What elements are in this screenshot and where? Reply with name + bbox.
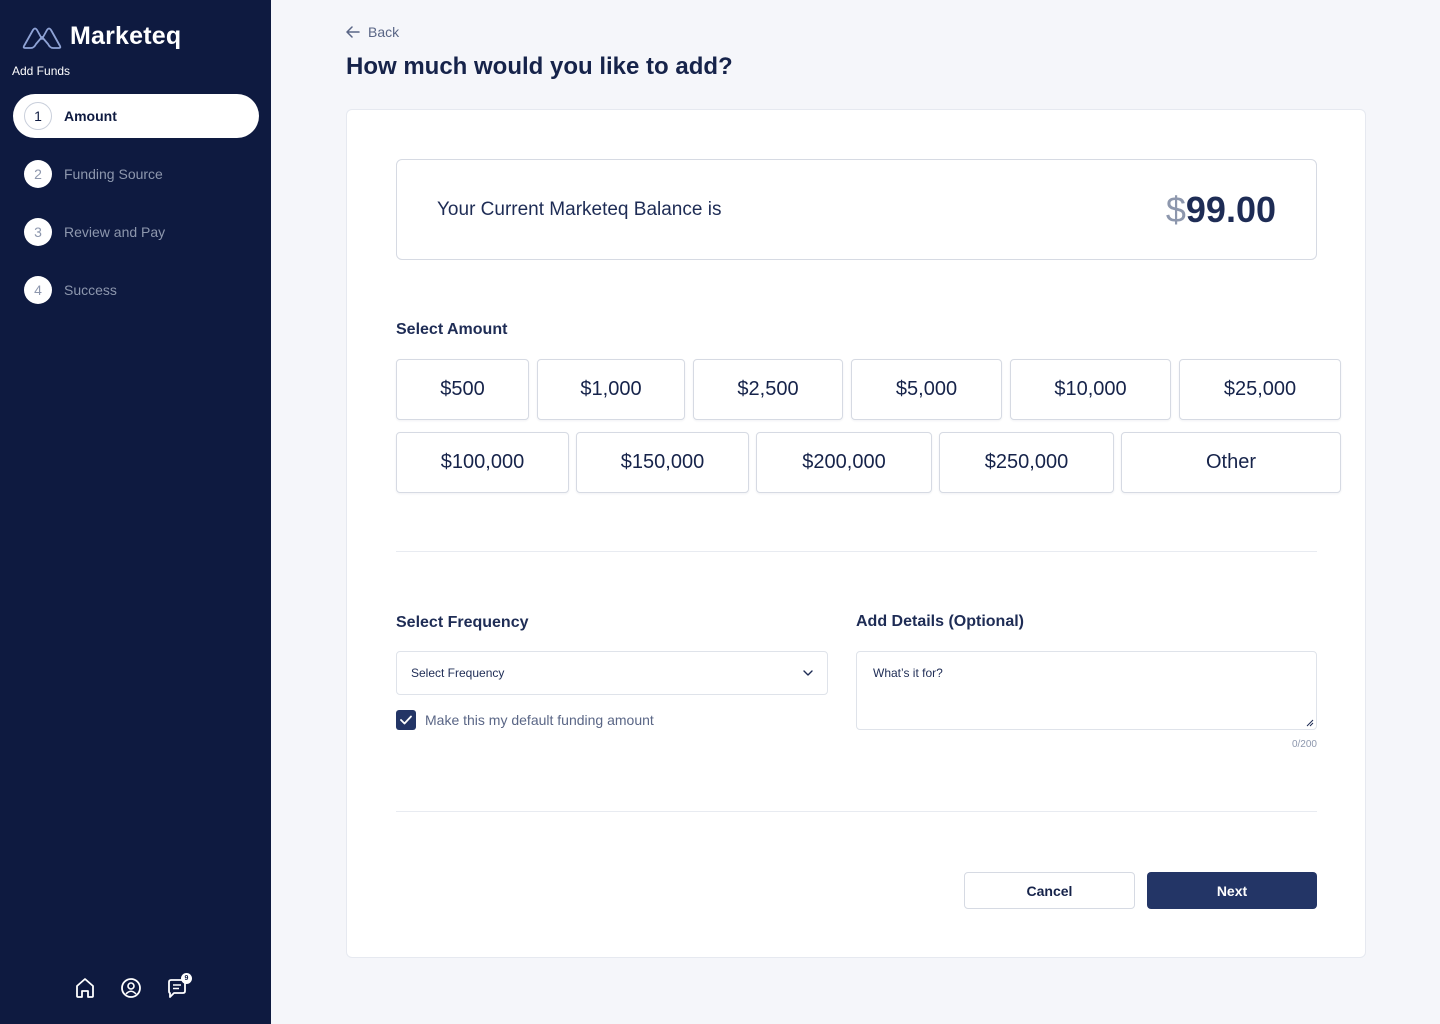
stepper: 1 Amount 2 Funding Source 3 Review and P… xyxy=(13,94,259,326)
brand-name: Marketeq xyxy=(70,22,182,50)
step-number: 2 xyxy=(24,160,52,188)
amount-option-10000[interactable]: $10,000 xyxy=(1010,359,1171,420)
profile-icon[interactable] xyxy=(120,976,142,1000)
step-funding-source[interactable]: 2 Funding Source xyxy=(13,152,259,196)
resize-handle-icon[interactable] xyxy=(1306,719,1314,727)
brand-logo[interactable]: Marketeq xyxy=(22,22,181,51)
select-amount-label: Select Amount xyxy=(396,321,508,338)
step-number: 4 xyxy=(24,276,52,304)
cancel-button[interactable]: Cancel xyxy=(964,872,1135,909)
balance-label: Your Current Marketeq Balance is xyxy=(437,198,722,220)
step-number: 3 xyxy=(24,218,52,246)
home-icon[interactable] xyxy=(74,976,96,1000)
messages-badge: 9 xyxy=(181,973,192,984)
messages-icon[interactable]: 9 xyxy=(166,973,192,1000)
divider xyxy=(396,551,1317,552)
amount-option-200000[interactable]: $200,000 xyxy=(756,432,932,493)
details-textarea[interactable]: What’s it for? xyxy=(856,651,1317,730)
add-details-label: Add Details (Optional) xyxy=(856,613,1024,630)
next-button[interactable]: Next xyxy=(1147,872,1317,909)
frequency-select[interactable]: Select Frequency xyxy=(396,651,828,695)
amount-option-250000[interactable]: $250,000 xyxy=(939,432,1114,493)
balance-value: $99.00 xyxy=(1166,189,1276,231)
divider xyxy=(396,811,1317,812)
balance-currency: $ xyxy=(1165,188,1186,230)
step-number: 1 xyxy=(24,102,52,130)
arrow-left-icon xyxy=(346,26,360,38)
amount-option-2500[interactable]: $2,500 xyxy=(693,359,843,420)
step-label: Amount xyxy=(64,108,117,124)
amount-option-500[interactable]: $500 xyxy=(396,359,529,420)
add-funds-card: Your Current Marketeq Balance is $99.00 … xyxy=(346,109,1366,958)
step-label: Funding Source xyxy=(64,166,163,182)
sidebar-bottom-nav: 9 xyxy=(74,973,192,1000)
default-amount-checkbox[interactable] xyxy=(396,710,416,730)
balance-box: Your Current Marketeq Balance is $99.00 xyxy=(396,159,1317,260)
marketeq-logo-icon xyxy=(22,27,62,49)
step-success[interactable]: 4 Success xyxy=(13,268,259,312)
amount-option-1000[interactable]: $1,000 xyxy=(537,359,685,420)
amount-option-other[interactable]: Other xyxy=(1121,432,1341,493)
step-label: Success xyxy=(64,282,117,298)
back-label: Back xyxy=(368,24,400,40)
chevron-down-icon xyxy=(803,670,813,676)
section-label: Add Funds xyxy=(12,64,71,78)
back-link[interactable]: Back xyxy=(346,24,399,40)
select-frequency-label: Select Frequency xyxy=(396,614,529,631)
checkmark-icon xyxy=(400,715,412,725)
sidebar: Marketeq Add Funds 1 Amount 2 Funding So… xyxy=(0,0,271,1024)
amount-option-150000[interactable]: $150,000 xyxy=(576,432,749,493)
character-counter: 0/200 xyxy=(1291,739,1317,750)
amount-option-25000[interactable]: $25,000 xyxy=(1179,359,1341,420)
step-label: Review and Pay xyxy=(64,224,166,240)
default-amount-checkbox-label: Make this my default funding amount xyxy=(425,712,654,728)
step-amount[interactable]: 1 Amount xyxy=(13,94,259,138)
frequency-selected-value: Select Frequency xyxy=(411,666,505,680)
page-title: How much would you like to add? xyxy=(346,53,733,80)
details-placeholder: What’s it for? xyxy=(873,666,943,680)
default-amount-checkbox-row[interactable]: Make this my default funding amount xyxy=(396,710,654,730)
balance-amount: 99.00 xyxy=(1185,188,1276,230)
step-review-and-pay[interactable]: 3 Review and Pay xyxy=(13,210,259,254)
amount-option-100000[interactable]: $100,000 xyxy=(396,432,569,493)
amount-option-5000[interactable]: $5,000 xyxy=(851,359,1002,420)
